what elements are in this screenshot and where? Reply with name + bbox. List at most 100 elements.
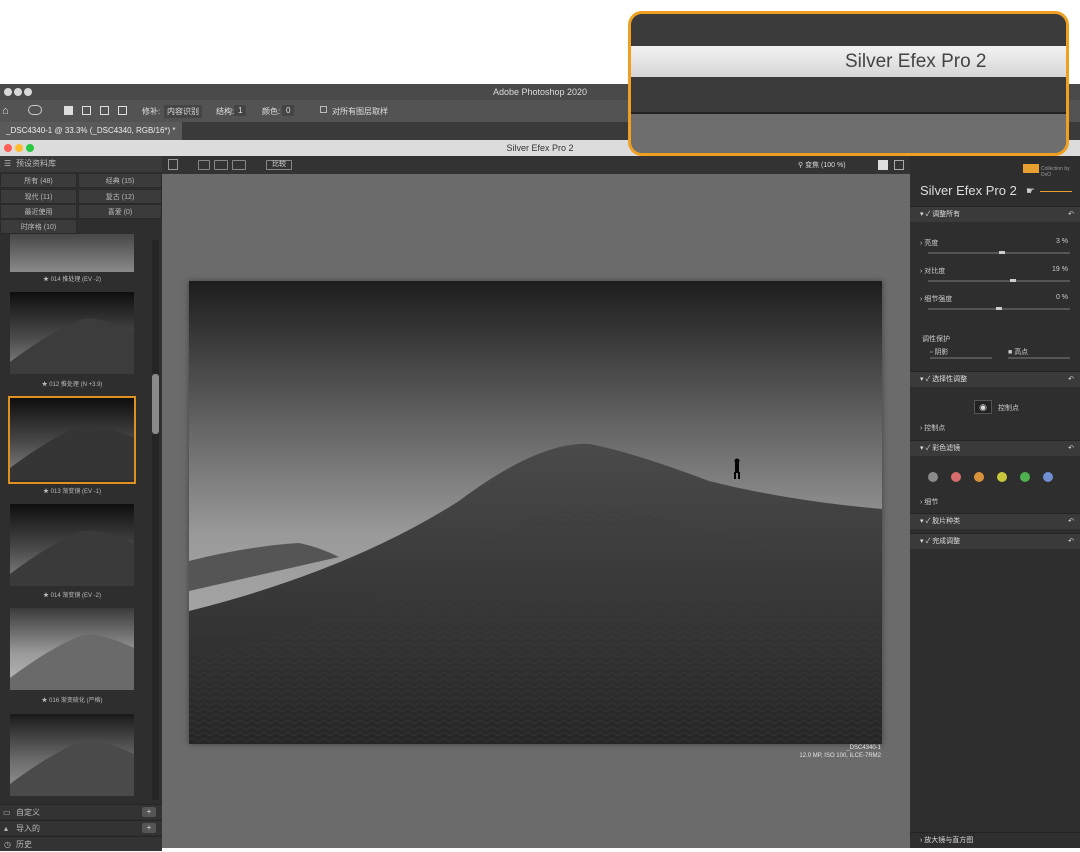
- preset-thumbnail[interactable]: [8, 606, 136, 694]
- add-custom-button[interactable]: +: [142, 807, 156, 817]
- control-points-row[interactable]: › 控制点: [920, 423, 945, 433]
- structure-slider[interactable]: [928, 307, 1070, 310]
- side-by-side-icon[interactable]: [232, 160, 246, 170]
- intersect-selection-icon[interactable]: [118, 106, 127, 115]
- reset-icon[interactable]: ↶: [1068, 372, 1074, 388]
- preset-caption: ★ 013 渐变镜 (EV -1): [42, 489, 101, 495]
- preset-library-title: 预设资料库: [16, 159, 56, 168]
- document-tab[interactable]: _DSC4340-1 @ 33.3% (_DSC4340, RGB/16*) *: [0, 122, 182, 140]
- add-selection-icon[interactable]: [82, 106, 91, 115]
- category-all[interactable]: 所有 (48): [0, 173, 77, 188]
- fullscreen-icon[interactable]: [894, 160, 904, 170]
- structure-knob[interactable]: [996, 307, 1002, 310]
- brightness-label: › 亮度: [920, 240, 939, 247]
- global-adjustments-section[interactable]: ▾ ✓ 调整所有 ↶: [910, 206, 1080, 222]
- preset-caption: ★ 012 推处理 (N +3.9): [41, 382, 103, 388]
- zoom-control[interactable]: ⚲ 变焦 (100 %): [798, 160, 846, 170]
- preset-thumbnail[interactable]: [8, 502, 136, 590]
- selective-adjustments-section[interactable]: ▾ ✓ 选择性调整 ↶: [910, 371, 1080, 387]
- film-types-section[interactable]: ▾ ✓ 胶片种类 ↶: [910, 513, 1080, 529]
- dune-thumbnail-image: [10, 424, 134, 480]
- close-dot-icon[interactable]: [4, 88, 12, 96]
- structure-select[interactable]: 1: [234, 105, 247, 116]
- nik-logo: [1023, 164, 1039, 173]
- filter-green[interactable]: [1020, 472, 1030, 482]
- preset-thumbnail[interactable]: [8, 712, 136, 800]
- preset-scrollbar[interactable]: [152, 240, 159, 800]
- reset-icon[interactable]: ↶: [1068, 441, 1074, 457]
- history-icon: ◷: [4, 840, 11, 849]
- category-modern[interactable]: 现代 (11): [0, 189, 77, 204]
- maximize-dot-icon[interactable]: [24, 88, 32, 96]
- contrast-label: › 对比度: [920, 268, 946, 275]
- filter-neutral[interactable]: [928, 472, 938, 482]
- reset-icon[interactable]: ↶: [1068, 514, 1074, 530]
- filter-yellow[interactable]: [997, 472, 1007, 482]
- minimize-icon[interactable]: [15, 144, 23, 152]
- add-imported-button[interactable]: +: [142, 823, 156, 833]
- home-icon[interactable]: ⌂: [2, 105, 9, 117]
- filter-red[interactable]: [951, 472, 961, 482]
- subtract-selection-icon[interactable]: [100, 106, 109, 115]
- category-classic[interactable]: 经典 (15): [78, 173, 162, 188]
- control-point-label: 控制点: [998, 405, 1019, 412]
- control-point-button[interactable]: ◉: [974, 400, 992, 414]
- history-row[interactable]: ◷ 历史: [0, 836, 162, 851]
- shadows-label: ▫ 阴影: [930, 349, 949, 356]
- category-timeline[interactable]: 时序格 (10): [0, 219, 77, 234]
- preset-thumbnail[interactable]: ★ 014 推处理 (EV -2): [8, 234, 136, 274]
- split-view-icon[interactable]: [214, 160, 228, 170]
- category-favorites[interactable]: 喜爱 (0): [78, 204, 162, 219]
- preset-thumbnail-selected[interactable]: [8, 396, 136, 484]
- highlights-slider[interactable]: [1008, 357, 1070, 359]
- structure-label: 结构:: [216, 107, 235, 116]
- color-filter-section[interactable]: ▾ ✓ 彩色滤镜 ↶: [910, 440, 1080, 456]
- preset-caption: ★ 016 渐变硫化 (严格): [41, 698, 103, 704]
- contrast-knob[interactable]: [1010, 279, 1016, 282]
- color-select[interactable]: 0: [282, 105, 295, 116]
- brightness-slider[interactable]: [928, 251, 1070, 254]
- contrast-slider[interactable]: [928, 279, 1070, 282]
- finishing-section[interactable]: ▾ ✓ 完成调整 ↶: [910, 533, 1080, 549]
- preset-thumbnail[interactable]: [8, 290, 136, 378]
- reset-icon[interactable]: ↶: [1068, 207, 1074, 223]
- filter-blue[interactable]: [1043, 472, 1053, 482]
- zoom-icon[interactable]: [26, 144, 34, 152]
- loupe-section-label: 放大镜与直方图: [924, 837, 974, 844]
- compare-button[interactable]: 比较: [266, 160, 292, 170]
- brightness-knob[interactable]: [999, 251, 1005, 254]
- loupe-histogram-section[interactable]: › 放大镜与直方图: [910, 832, 1080, 848]
- repair-select[interactable]: 内容识别: [164, 105, 202, 118]
- reset-icon[interactable]: ↶: [1068, 534, 1074, 550]
- category-recent[interactable]: 最近使用: [0, 204, 77, 219]
- structure-label: › 细节强度: [920, 296, 953, 303]
- callout-title-bar: Silver Efex Pro 2: [631, 46, 1066, 77]
- callout-pointer-line: [1040, 191, 1072, 192]
- dune-thumbnail-image: [10, 740, 134, 796]
- sample-all-checkbox[interactable]: [320, 106, 327, 113]
- tonality-protection-label: 调性保护: [922, 336, 950, 343]
- custom-presets-row[interactable]: ▭ 自定义 +: [0, 804, 162, 819]
- brand-title: Silver Efex Pro 2: [920, 183, 1017, 198]
- details-row[interactable]: › 细节: [920, 497, 938, 507]
- category-vintage[interactable]: 复古 (12): [78, 189, 162, 204]
- preset-scroll-thumb[interactable]: [152, 374, 159, 434]
- minimize-dot-icon[interactable]: [14, 88, 22, 96]
- color-filter-section-label: 彩色滤镜: [932, 445, 961, 452]
- filter-orange[interactable]: [974, 472, 984, 482]
- contrast-value: 19 %: [1052, 266, 1068, 273]
- new-selection-icon[interactable]: [64, 106, 73, 115]
- preview-image[interactable]: [189, 281, 882, 744]
- imported-presets-row[interactable]: ▴ 导入的 +: [0, 820, 162, 835]
- patch-tool-icon[interactable]: [28, 105, 42, 115]
- selective-section-label: 选择性调整: [932, 376, 968, 383]
- title-zoom-callout: Silver Efex Pro 2: [628, 11, 1069, 156]
- adjustments-panel: Collection by DxO Silver Efex Pro 2 ☛ ▾ …: [910, 156, 1080, 848]
- preset-caption: ★ 014 推处理 (EV -2): [42, 277, 101, 283]
- close-icon[interactable]: [4, 144, 12, 152]
- single-view-icon[interactable]: [198, 160, 210, 170]
- background-color-icon[interactable]: [878, 160, 888, 170]
- shadows-slider[interactable]: [930, 357, 992, 359]
- preset-library-header[interactable]: ☰ 预设资料库: [0, 156, 162, 172]
- panel-toggle-icon[interactable]: [168, 159, 178, 170]
